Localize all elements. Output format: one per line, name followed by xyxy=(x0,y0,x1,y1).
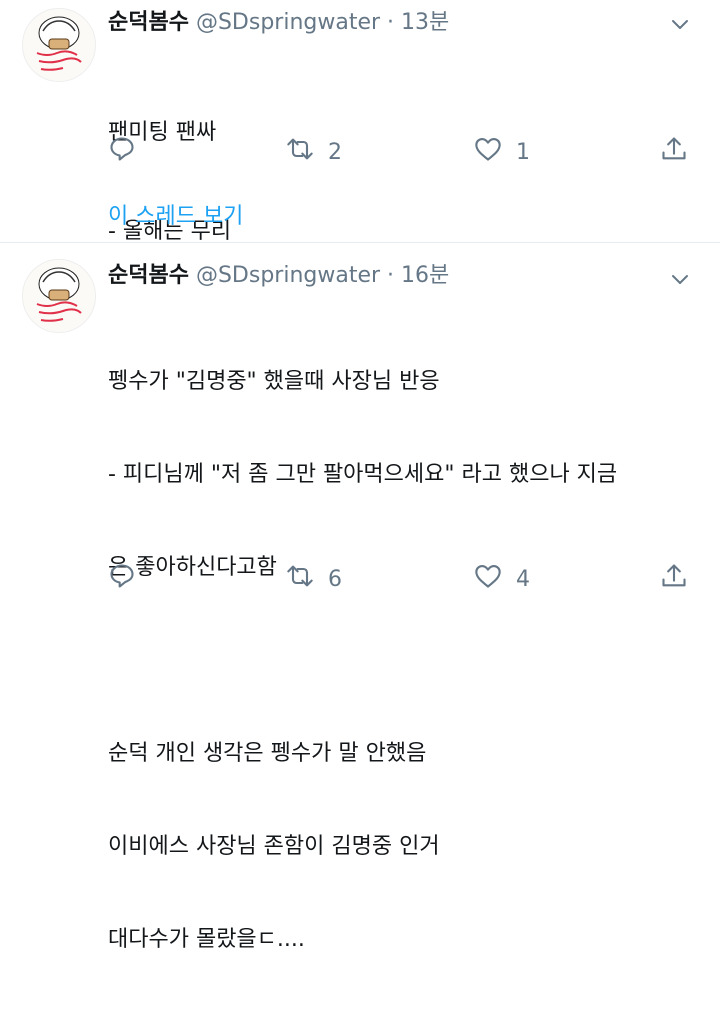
user-handle[interactable]: @SDspringwater xyxy=(196,263,380,288)
retweet-count: 2 xyxy=(328,139,342,165)
reply-button[interactable] xyxy=(108,563,136,595)
separator-dot: · xyxy=(387,10,395,35)
heart-icon xyxy=(474,562,502,596)
tweet-line: - 피디님께 "저 좀 그만 팔아먹으세요" 라고 했으나 지금 xyxy=(108,462,618,487)
avatar-image xyxy=(23,9,95,81)
chevron-down-icon[interactable] xyxy=(668,267,692,291)
tweet[interactable]: 순덕봄수 @SDspringwater · 16분 펭수가 "김명중" 했을때 … xyxy=(0,243,720,952)
retweet-button[interactable]: 2 xyxy=(286,136,342,168)
tweet-actions: 6 4 xyxy=(108,563,708,595)
tweet-header: 순덕봄수 @SDspringwater · 13분 xyxy=(108,8,449,38)
avatar[interactable] xyxy=(22,259,96,333)
tweet-actions: 2 1 xyxy=(108,136,708,168)
display-name[interactable]: 순덕봄수 xyxy=(108,10,189,35)
like-count: 1 xyxy=(516,139,530,165)
retweet-count: 6 xyxy=(328,566,342,592)
tweet-line: 순덕 개인 생각은 펭수가 말 안했음 xyxy=(108,741,427,766)
timestamp[interactable]: 16분 xyxy=(401,263,449,288)
tweet-line: 대다수가 몰랐을ㄷ.... xyxy=(108,927,305,952)
share-icon xyxy=(660,135,688,169)
like-count: 4 xyxy=(516,566,530,592)
tweet-text: 펭수가 "김명중" 했을때 사장님 반응 - 피디님께 "저 좀 그만 팔아먹으… xyxy=(108,304,708,1017)
avatar[interactable] xyxy=(22,8,96,82)
show-thread-link[interactable]: 이 스레드 보기 xyxy=(108,198,243,230)
chevron-down-icon[interactable] xyxy=(668,12,692,36)
tweet-line: 펭수가 "김명중" 했을때 사장님 반응 xyxy=(108,369,440,394)
heart-icon xyxy=(474,135,502,169)
reply-icon xyxy=(108,135,136,169)
tweet[interactable]: 순덕봄수 @SDspringwater · 13분 팬미팅 팬싸 - 올해는 무… xyxy=(0,0,720,244)
tweet-line xyxy=(108,645,708,676)
retweet-icon xyxy=(286,135,314,169)
share-button[interactable] xyxy=(660,563,688,595)
tweet-header: 순덕봄수 @SDspringwater · 16분 xyxy=(108,261,449,291)
user-handle[interactable]: @SDspringwater xyxy=(196,10,380,35)
share-button[interactable] xyxy=(660,136,688,168)
reply-button[interactable] xyxy=(108,136,136,168)
reply-icon xyxy=(108,562,136,596)
share-icon xyxy=(660,562,688,596)
retweet-button[interactable]: 6 xyxy=(286,563,342,595)
like-button[interactable]: 4 xyxy=(474,563,530,595)
timestamp[interactable]: 13분 xyxy=(401,10,449,35)
separator-dot: · xyxy=(387,263,395,288)
avatar-image xyxy=(23,260,95,332)
like-button[interactable]: 1 xyxy=(474,136,530,168)
retweet-icon xyxy=(286,562,314,596)
display-name[interactable]: 순덕봄수 xyxy=(108,263,189,288)
tweet-line: 이비에스 사장님 존함이 김명중 인거 xyxy=(108,834,440,859)
